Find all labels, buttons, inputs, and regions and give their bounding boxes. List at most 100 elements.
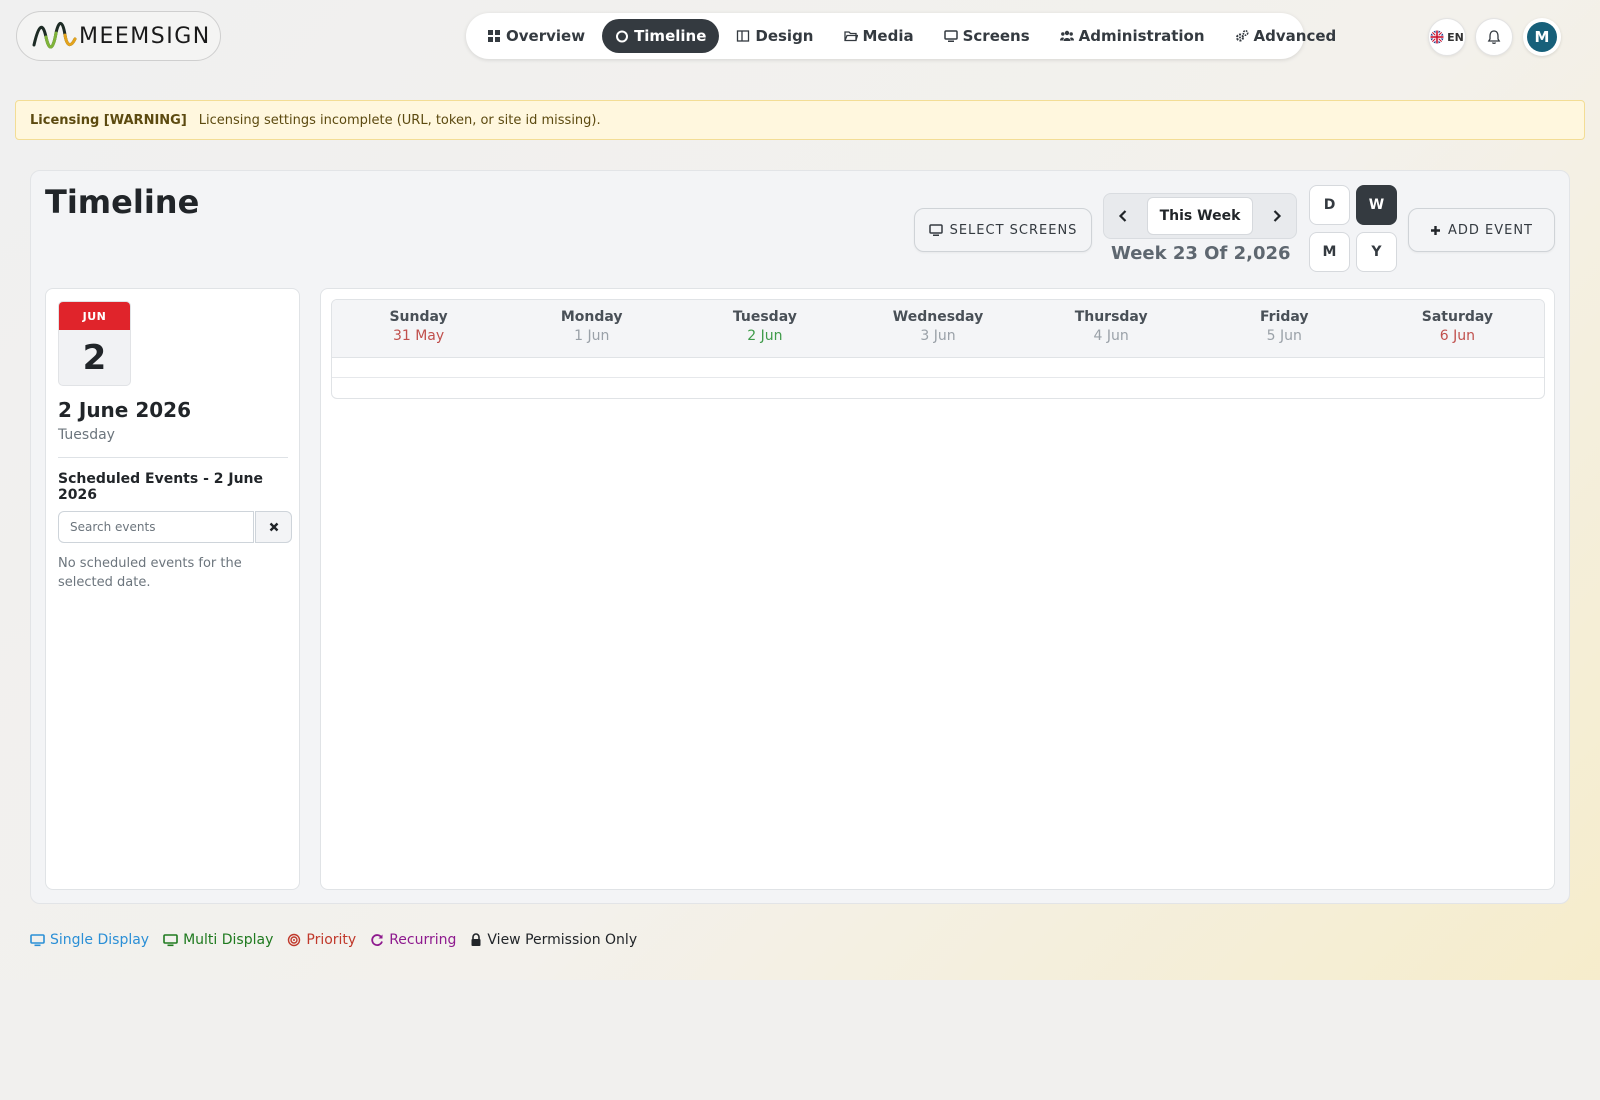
- brand-logo[interactable]: MEEMSIGN: [16, 11, 221, 61]
- week-calendar-panel: Sunday 31 May Monday 1 Jun Tuesday 2 Jun…: [320, 288, 1555, 890]
- next-week-button[interactable]: [1262, 198, 1292, 234]
- bell-icon: [1487, 30, 1501, 44]
- week-navigator: This Week: [1103, 193, 1297, 239]
- day-column-sunday[interactable]: Sunday 31 May: [332, 300, 505, 357]
- nav-item-design[interactable]: Design: [723, 19, 826, 53]
- select-screens-label: SELECT SCREENS: [949, 222, 1078, 238]
- uk-flag-icon: [1430, 30, 1444, 44]
- nav-item-screens[interactable]: Screens: [931, 19, 1043, 53]
- monitor-icon: [163, 933, 178, 946]
- language-code: EN: [1447, 30, 1464, 44]
- selected-date: 2 June 2026: [58, 398, 191, 422]
- view-year-button[interactable]: Y: [1356, 232, 1397, 272]
- user-avatar[interactable]: M: [1523, 18, 1561, 56]
- day-name: Monday: [560, 309, 623, 325]
- calendar-month: JUN: [59, 302, 130, 330]
- day-name: Sunday: [389, 309, 448, 325]
- licensing-warning-banner: Licensing [WARNING] Licensing settings i…: [15, 100, 1585, 140]
- day-column-thursday[interactable]: Thursday 4 Jun: [1025, 300, 1198, 357]
- calendar-day: 2: [82, 338, 107, 378]
- circle-icon: [616, 30, 629, 43]
- plus-icon: [1430, 225, 1440, 235]
- monitor-icon: [943, 30, 958, 42]
- wave-logo-icon: [32, 22, 77, 49]
- day-column-friday[interactable]: Friday 5 Jun: [1198, 300, 1371, 357]
- legend-recurring: Recurring: [370, 932, 456, 948]
- nav-item-label: Timeline: [634, 27, 707, 45]
- week-grid: Sunday 31 May Monday 1 Jun Tuesday 2 Jun…: [331, 299, 1545, 399]
- users-icon: [1059, 30, 1074, 41]
- day-name: Thursday: [1074, 309, 1148, 325]
- brand-name: MEEMSIGN: [79, 23, 211, 49]
- legend-label: Recurring: [389, 932, 457, 948]
- legend-label: Priority: [306, 932, 357, 948]
- day-date: 1 Jun: [574, 328, 610, 344]
- day-date: 5 Jun: [1266, 328, 1302, 344]
- grid-icon: [488, 30, 500, 42]
- view-month-button[interactable]: M: [1309, 232, 1350, 272]
- nav-item-administration[interactable]: Administration: [1047, 19, 1218, 53]
- language-switcher[interactable]: EN: [1428, 18, 1466, 56]
- week-number-label: Week 23 Of 2,026: [1111, 243, 1291, 264]
- columns-icon: [737, 30, 750, 42]
- day-column-saturday[interactable]: Saturday 6 Jun: [1371, 300, 1544, 357]
- notifications-button[interactable]: [1475, 18, 1513, 56]
- refresh-icon: [371, 934, 384, 946]
- nav-item-overview[interactable]: Overview: [474, 19, 598, 53]
- nav-item-label: Media: [862, 27, 914, 45]
- page-footer-area: [0, 980, 1600, 1100]
- main-nav: Overview Timeline Design Media Screens A…: [466, 13, 1336, 59]
- nav-item-timeline[interactable]: Timeline: [602, 19, 720, 53]
- avatar-initial: M: [1527, 22, 1557, 52]
- day-detail-panel: JUN 2 2 June 2026 Tuesday Scheduled Even…: [45, 288, 300, 890]
- week-grid-row[interactable]: [332, 358, 1544, 378]
- day-date: 2 Jun: [747, 328, 783, 344]
- legend-label: Multi Display: [183, 932, 274, 948]
- nav-item-advanced[interactable]: Advanced: [1222, 19, 1350, 53]
- day-name: Friday: [1260, 309, 1309, 325]
- legend-view-permission: View Permission Only: [470, 932, 637, 948]
- previous-week-button[interactable]: [1108, 198, 1138, 234]
- day-name: Tuesday: [732, 309, 797, 325]
- warning-title: Licensing [WARNING]: [30, 112, 187, 128]
- target-icon: [288, 933, 301, 947]
- day-column-monday[interactable]: Monday 1 Jun: [505, 300, 678, 357]
- nav-item-label: Administration: [1078, 27, 1205, 45]
- day-date: 31 May: [392, 328, 445, 344]
- lock-icon: [471, 933, 481, 946]
- warning-message: Licensing settings incomplete (URL, toke…: [198, 112, 601, 128]
- nav-item-label: Screens: [962, 27, 1030, 45]
- chevron-left-icon: [1118, 210, 1127, 222]
- legend-single-display: Single Display: [30, 932, 149, 948]
- this-week-button[interactable]: This Week: [1147, 197, 1253, 235]
- page-title: Timeline: [45, 183, 200, 221]
- add-event-button[interactable]: ADD EVENT: [1408, 208, 1555, 252]
- close-icon: [269, 522, 278, 532]
- calendar-date-icon: JUN 2: [58, 301, 131, 386]
- day-name: Saturday: [1421, 309, 1494, 325]
- divider: [58, 457, 288, 458]
- timeline-card: Timeline SELECT SCREENS This Week Week 2…: [30, 170, 1570, 904]
- day-column-tuesday[interactable]: Tuesday 2 Jun: [678, 300, 851, 357]
- day-name: Wednesday: [892, 309, 984, 325]
- day-date: 6 Jun: [1439, 328, 1476, 344]
- day-date: 3 Jun: [920, 328, 956, 344]
- chevron-right-icon: [1273, 210, 1282, 222]
- search-events-input[interactable]: [58, 511, 254, 543]
- view-week-button[interactable]: W: [1356, 185, 1397, 225]
- day-column-wednesday[interactable]: Wednesday 3 Jun: [851, 300, 1024, 357]
- scheduled-events-title: Scheduled Events - 2 June 2026: [58, 471, 264, 503]
- gears-icon: [1235, 29, 1249, 42]
- week-grid-row[interactable]: [332, 378, 1544, 398]
- view-day-button[interactable]: D: [1309, 185, 1350, 225]
- nav-item-label: Overview: [506, 27, 586, 45]
- nav-item-media[interactable]: Media: [831, 19, 927, 53]
- empty-events-message: No scheduled events for the selected dat…: [58, 556, 242, 590]
- monitor-icon: [928, 223, 943, 236]
- legend-multi-display: Multi Display: [163, 932, 273, 948]
- clear-search-button[interactable]: [255, 511, 292, 543]
- select-screens-button[interactable]: SELECT SCREENS: [914, 208, 1092, 252]
- event-legend: Single Display Multi Display Priority Re…: [30, 932, 637, 948]
- legend-label: Single Display: [50, 932, 150, 948]
- monitor-icon: [30, 933, 45, 946]
